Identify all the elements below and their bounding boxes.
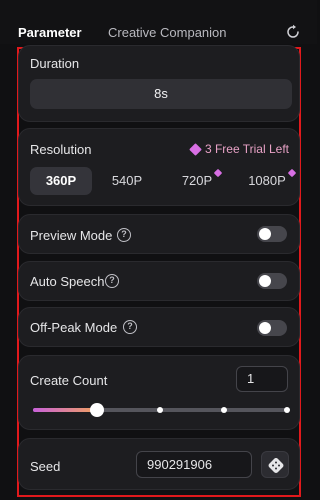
- seed-label: Seed: [30, 459, 61, 474]
- slider-step-dot[interactable]: [157, 407, 163, 413]
- refresh-icon[interactable]: [285, 24, 301, 40]
- resolution-option-360p[interactable]: 360P: [30, 167, 92, 195]
- preview-mode-toggle[interactable]: [257, 226, 287, 242]
- slider-thumb[interactable]: [89, 403, 104, 417]
- duration-label: Duration: [30, 56, 80, 71]
- seed-input[interactable]: 990291906: [136, 451, 252, 478]
- gem-icon: [287, 168, 297, 178]
- off-peak-mode-toggle[interactable]: [257, 320, 287, 336]
- preview-mode-label: Preview Mode: [30, 228, 113, 243]
- random-seed-button[interactable]: [261, 451, 289, 478]
- off-peak-mode-label: Off-Peak Mode: [30, 320, 118, 335]
- dice-icon: [268, 458, 284, 473]
- free-trial-badge: 3 Free Trial Left: [189, 142, 289, 156]
- tab-bar: Parameter Creative Companion: [0, 0, 317, 44]
- resolution-label: Resolution: [30, 142, 92, 157]
- tab-creative-companion[interactable]: Creative Companion: [108, 25, 227, 40]
- help-icon[interactable]: ?: [123, 320, 137, 334]
- slider-step-dot[interactable]: [284, 407, 290, 413]
- tab-parameter[interactable]: Parameter: [18, 25, 82, 40]
- duration-selector[interactable]: 8s: [30, 79, 292, 109]
- duration-card: Duration 8s: [18, 45, 300, 122]
- help-icon[interactable]: ?: [105, 274, 119, 288]
- free-trial-text: 3 Free Trial Left: [204, 142, 289, 156]
- auto-speech-toggle[interactable]: [257, 273, 287, 289]
- auto-speech-label: Auto Speech: [30, 274, 105, 289]
- slider-fill: [33, 408, 97, 412]
- help-icon[interactable]: ?: [117, 228, 131, 242]
- resolution-option-720p-label: 720P: [181, 173, 213, 188]
- create-count-label: Create Count: [30, 373, 108, 388]
- gem-icon: [213, 168, 223, 178]
- create-count-slider[interactable]: [33, 403, 290, 417]
- off-peak-mode-card: Off-Peak Mode ?: [18, 307, 300, 347]
- auto-speech-card: Auto Speech ?: [18, 261, 300, 301]
- gem-icon: [189, 142, 202, 156]
- seed-card: Seed 990291906: [18, 438, 300, 490]
- resolution-card: Resolution 3 Free Trial Left 360P 540P 7…: [18, 128, 300, 206]
- resolution-option-540p[interactable]: 540P: [101, 167, 153, 195]
- resolution-option-1080p-label: 1080P: [248, 173, 286, 188]
- preview-mode-card: Preview Mode ?: [18, 214, 300, 254]
- create-count-card: Create Count 1: [18, 355, 300, 430]
- slider-step-dot[interactable]: [220, 407, 227, 413]
- create-count-input[interactable]: 1: [236, 366, 288, 392]
- resolution-option-720p[interactable]: 720P: [167, 167, 227, 195]
- resolution-option-1080p[interactable]: 1080P: [235, 167, 299, 195]
